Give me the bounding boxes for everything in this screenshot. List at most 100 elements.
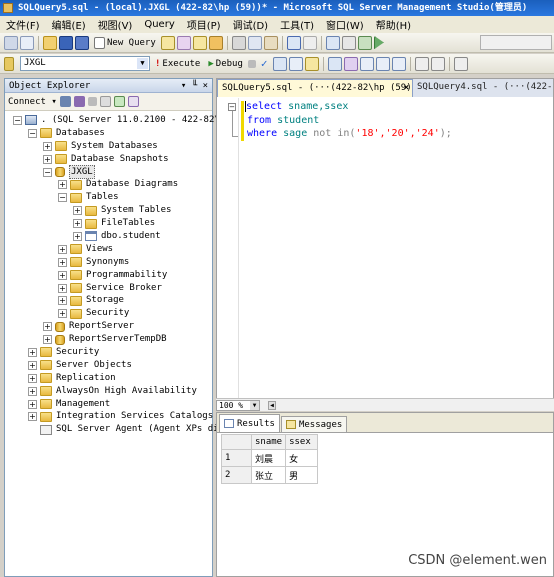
menu-file[interactable]: 文件(F)	[6, 17, 40, 32]
tree-node[interactable]: + Security	[5, 346, 212, 359]
add-item-icon[interactable]	[20, 35, 34, 50]
find-icon[interactable]	[341, 35, 356, 50]
results-to-text-icon[interactable]	[304, 56, 319, 71]
tree-node[interactable]: + Security	[5, 307, 212, 320]
tree-node[interactable]: SQL Server Agent (Agent XPs dis	[5, 423, 224, 436]
tree-node[interactable]: − . (SQL Server 11.0.2100 - 422-82\hp	[5, 114, 231, 127]
tree-node[interactable]: + ReportServerTempDB	[5, 333, 212, 346]
expand-icon[interactable]: +	[58, 244, 67, 254]
row-header-corner[interactable]	[221, 434, 252, 450]
intellisense-icon[interactable]	[327, 56, 342, 71]
execute-button[interactable]: ! Execute	[152, 59, 203, 69]
results-to-file-icon[interactable]	[391, 56, 406, 71]
connect-icon[interactable]	[4, 56, 14, 71]
cut-icon[interactable]	[231, 35, 246, 50]
tree-node[interactable]: + Synonyms	[5, 256, 212, 269]
undo-icon[interactable]	[286, 35, 301, 50]
tree-node[interactable]: + Programmability	[5, 269, 212, 282]
cell-sname[interactable]: 张立	[250, 466, 287, 484]
start-icon[interactable]	[373, 35, 384, 50]
cancel-query-icon[interactable]	[247, 59, 256, 68]
expand-icon[interactable]: +	[73, 231, 82, 241]
collapse-icon[interactable]: −	[58, 193, 67, 203]
expand-icon[interactable]: +	[43, 154, 52, 164]
table-row[interactable]: 1 刘晨 女	[221, 449, 319, 467]
expand-icon[interactable]: +	[28, 399, 37, 409]
save-all-icon[interactable]	[75, 35, 89, 50]
menu-view[interactable]: 视图(V)	[98, 17, 133, 32]
row-number[interactable]: 1	[221, 449, 252, 467]
tree-node[interactable]: + Replication	[5, 372, 212, 385]
display-plan-icon[interactable]	[272, 56, 287, 71]
column-header-sname[interactable]: sname	[250, 434, 287, 450]
expand-icon[interactable]: +	[43, 141, 52, 151]
activity-monitor-icon[interactable]	[357, 35, 372, 50]
analysis-query-icon[interactable]	[176, 35, 191, 50]
find-combo[interactable]	[480, 35, 552, 50]
new-query-button[interactable]: New Query	[91, 36, 159, 49]
expand-icon[interactable]: +	[58, 309, 67, 319]
tab-sqlquery5[interactable]: SQLQuery5.sql - (···(422-82\hp (59))* ×	[217, 79, 422, 97]
results-to-grid-icon[interactable]	[375, 56, 390, 71]
menu-query[interactable]: Query	[144, 19, 174, 30]
stop-icon[interactable]	[87, 97, 97, 106]
menu-edit[interactable]: 编辑(E)	[52, 17, 86, 32]
disconnect-icon[interactable]	[73, 96, 85, 107]
sql-code[interactable]: select sname,ssex from student where sag…	[245, 100, 452, 141]
expand-icon[interactable]: +	[28, 347, 37, 357]
expand-icon[interactable]: +	[73, 219, 82, 229]
query-editor[interactable]: SQLQuery5.sql - (···(422-82\hp (59))* × …	[216, 78, 554, 411]
collapse-icon[interactable]: −	[13, 115, 22, 125]
tree-node[interactable]: + ReportServer	[5, 320, 212, 333]
expand-icon[interactable]: +	[43, 335, 52, 345]
save-icon[interactable]	[59, 35, 73, 50]
expand-icon[interactable]: +	[58, 180, 67, 190]
scroll-left-icon[interactable]: ◀	[268, 400, 276, 410]
tree-node[interactable]: + Integration Services Catalogs	[5, 410, 213, 423]
refresh-icon[interactable]	[113, 96, 125, 107]
menu-tools[interactable]: 工具(T)	[280, 17, 314, 32]
tree-node[interactable]: + Database Snapshots	[5, 153, 212, 166]
paste-icon[interactable]	[263, 35, 278, 50]
navigate-icon[interactable]	[325, 35, 340, 50]
expand-icon[interactable]: +	[28, 386, 37, 396]
tree-node[interactable]: + Storage	[5, 294, 212, 307]
collapse-icon[interactable]: −	[43, 167, 52, 177]
dmx-query-icon[interactable]	[208, 35, 223, 50]
tree-node[interactable]: + Database Diagrams	[5, 178, 212, 191]
collapse-icon[interactable]: −	[228, 103, 236, 111]
filter-icon[interactable]	[99, 96, 111, 107]
summary-icon[interactable]	[127, 96, 139, 107]
tree-node[interactable]: + Views	[5, 243, 212, 256]
cell-sname[interactable]: 刘晨	[250, 449, 287, 467]
expand-icon[interactable]: +	[43, 322, 52, 332]
new-project-icon[interactable]	[4, 35, 18, 50]
tree-node[interactable]: + Service Broker	[5, 282, 212, 295]
tree-node[interactable]: − Tables	[5, 191, 212, 204]
tab-sqlquery4[interactable]: SQLQuery4.sql - (···(422-82\h	[413, 79, 553, 97]
menu-help[interactable]: 帮助(H)	[376, 17, 411, 32]
debug-button[interactable]: ▶ Debug	[205, 59, 246, 69]
expand-icon[interactable]: +	[58, 283, 67, 293]
mdx-query-icon[interactable]	[192, 35, 207, 50]
comment-icon[interactable]	[414, 56, 429, 71]
zoom-select[interactable]: 100 % ▼	[216, 399, 260, 411]
parse-icon[interactable]: ✓	[258, 57, 271, 70]
tree-node[interactable]: − JXGL	[5, 164, 212, 180]
menu-debug[interactable]: 调试(D)	[233, 17, 269, 32]
panel-pin-controls[interactable]: ▾ ╙ ×	[181, 79, 208, 93]
tree-node[interactable]: + System Tables	[5, 204, 212, 217]
menu-window[interactable]: 窗口(W)	[326, 17, 364, 32]
available-databases-select[interactable]: JXGL ▼	[20, 56, 150, 71]
expand-icon[interactable]: +	[58, 257, 67, 267]
tree-node[interactable]: + dbo.student	[5, 230, 212, 243]
db-engine-query-icon[interactable]	[160, 35, 175, 50]
expand-icon[interactable]: +	[58, 296, 67, 306]
tree-node[interactable]: + System Databases	[5, 140, 212, 153]
row-number[interactable]: 2	[221, 466, 252, 484]
tree-node[interactable]: + Management	[5, 398, 212, 411]
tab-messages[interactable]: Messages	[280, 416, 348, 432]
open-file-icon[interactable]	[43, 35, 57, 50]
column-header-ssex[interactable]: ssex	[285, 434, 319, 450]
expand-icon[interactable]: +	[28, 373, 37, 383]
